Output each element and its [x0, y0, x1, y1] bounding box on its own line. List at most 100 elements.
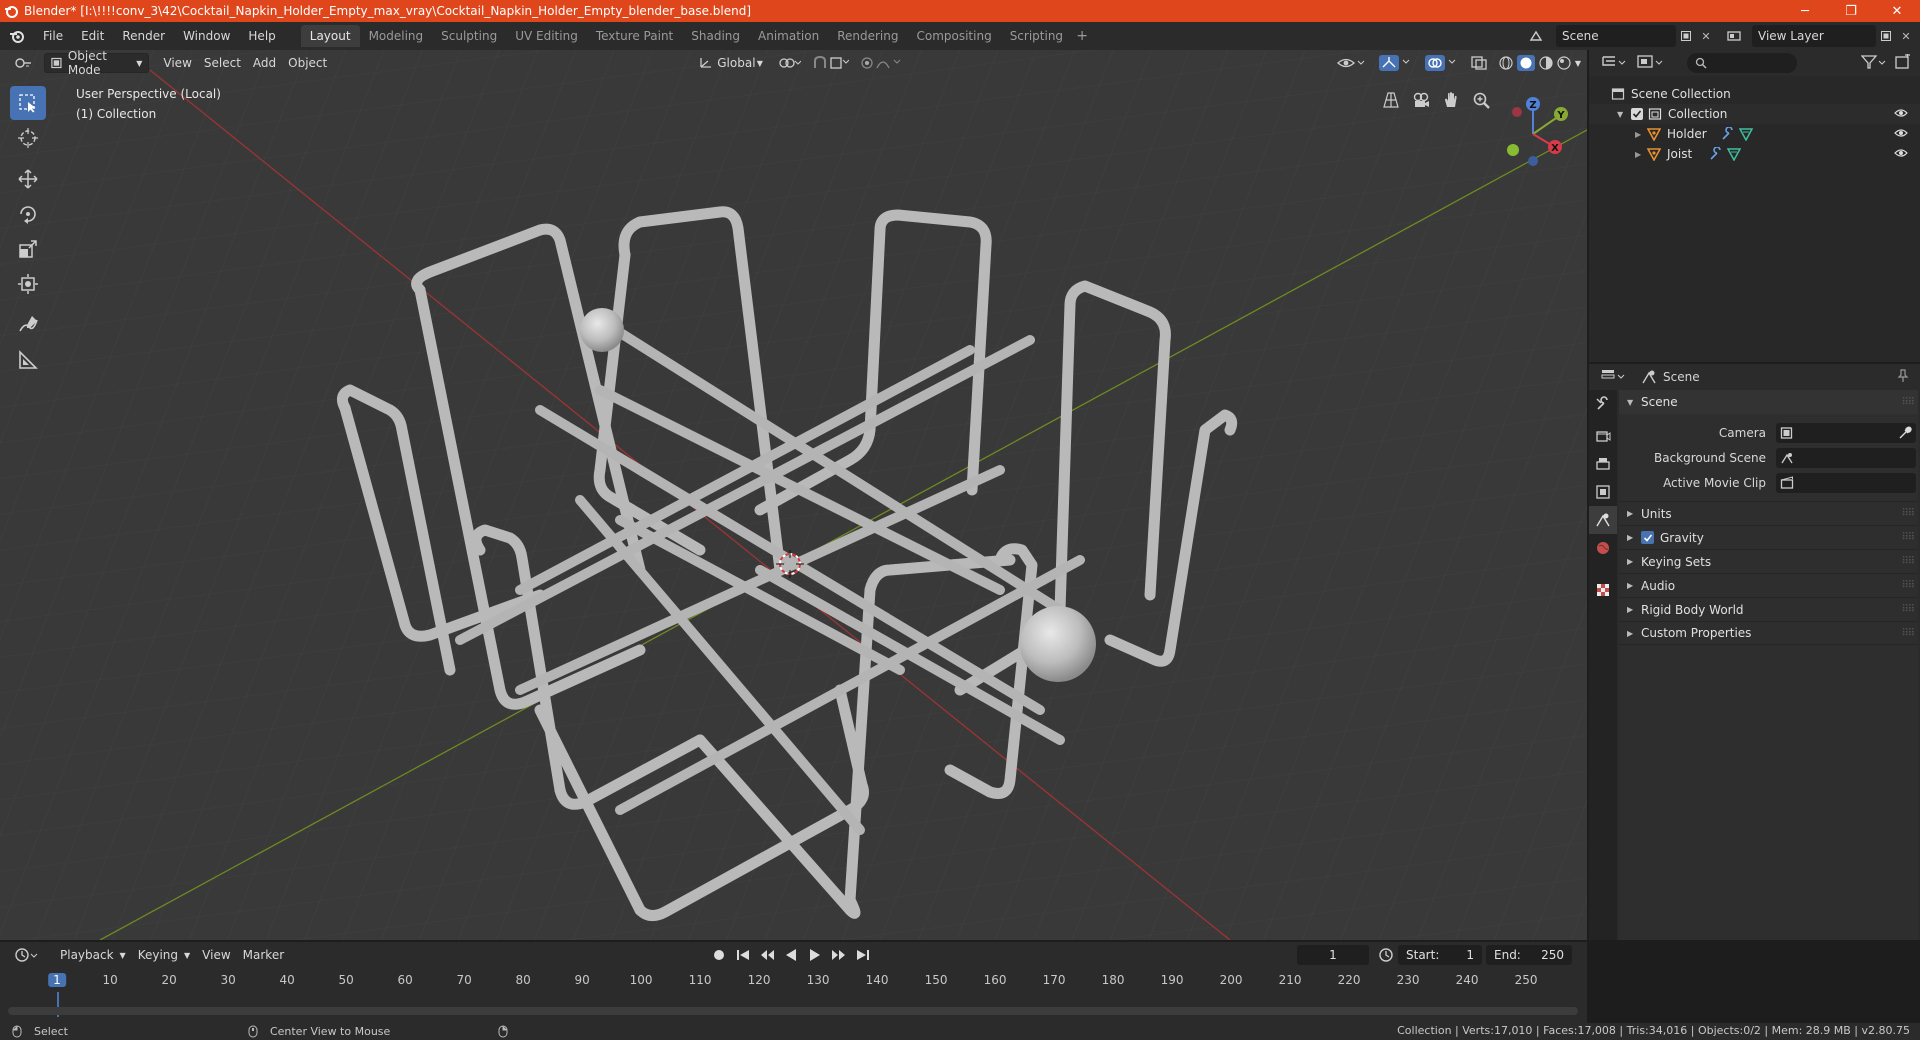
tab-tool-icon[interactable] — [1589, 390, 1617, 418]
tab-compositing[interactable]: Compositing — [907, 25, 1000, 47]
active-movie-clip-field[interactable] — [1776, 472, 1916, 493]
drag-handle-icon[interactable]: ⠿⠿ — [1901, 532, 1915, 543]
camera-field[interactable] — [1776, 422, 1916, 443]
eyedropper-icon[interactable] — [1898, 426, 1912, 440]
delete-scene-icon[interactable]: ✕ — [1696, 25, 1716, 47]
outliner-editor-type-icon[interactable] — [1601, 54, 1627, 73]
visibility-selectability-icon[interactable] — [1331, 53, 1373, 73]
add-workspace-button[interactable]: + — [1072, 25, 1092, 47]
drag-handle-icon[interactable]: ⠿⠿ — [1901, 508, 1915, 519]
tab-animation[interactable]: Animation — [749, 25, 828, 47]
timeline-scrollbar[interactable] — [8, 1007, 1578, 1015]
audio-panel-header[interactable]: ▶ Audio ⠿⠿ — [1619, 573, 1918, 597]
play-icon[interactable] — [806, 946, 824, 964]
new-view-layer-icon[interactable] — [1876, 25, 1896, 47]
menu-help[interactable]: Help — [239, 25, 284, 47]
record-icon[interactable] — [710, 946, 728, 964]
blender-menu-icon[interactable] — [0, 28, 34, 44]
menu-render[interactable]: Render — [113, 25, 174, 47]
menu-object[interactable]: Object — [282, 53, 333, 73]
menu-add[interactable]: Add — [247, 53, 282, 73]
menu-select[interactable]: Select — [198, 53, 247, 73]
background-scene-field[interactable] — [1776, 447, 1916, 468]
mesh-data-icon[interactable] — [1727, 147, 1741, 161]
rendered-shading-icon[interactable] — [1557, 56, 1571, 70]
timeline-ruler[interactable]: 1 10 20 30 40 50 60 70 80 90 100 110 120 130 140 150 160… — [0, 970, 1587, 992]
editor-type-icon[interactable] — [8, 53, 38, 73]
maximize-button[interactable]: ❐ — [1828, 0, 1874, 22]
outliner-item-holder[interactable]: ▶ Holder — [1589, 124, 1920, 144]
tab-uv-editing[interactable]: UV Editing — [506, 25, 587, 47]
annotate-tool[interactable] — [10, 308, 46, 342]
gravity-checkbox[interactable] — [1641, 531, 1654, 544]
outliner-collection[interactable]: ▼ Collection — [1589, 104, 1920, 124]
tab-modeling[interactable]: Modeling — [360, 25, 433, 47]
new-collection-icon[interactable] — [1895, 53, 1911, 73]
new-scene-icon[interactable] — [1676, 25, 1696, 47]
tab-shading[interactable]: Shading — [682, 25, 749, 47]
object-mode-dropdown[interactable]: Object Mode ▼ — [44, 50, 150, 77]
drag-handle-icon[interactable]: ⠿⠿ — [1901, 580, 1915, 591]
menu-keying[interactable]: Keying ▼ — [132, 945, 196, 965]
properties-editor-type-icon[interactable] — [1601, 368, 1627, 387]
auto-keying-clock-icon[interactable] — [1378, 947, 1394, 966]
material-shading-icon[interactable] — [1539, 56, 1553, 70]
pivot-point-icon[interactable] — [773, 53, 807, 73]
scene-browse-icon[interactable] — [1526, 25, 1546, 47]
tab-texture-icon[interactable] — [1589, 576, 1617, 604]
menu-marker[interactable]: Marker — [237, 945, 290, 965]
units-panel-header[interactable]: ▶ Units ⠿⠿ — [1619, 501, 1918, 525]
transform-tool[interactable] — [10, 267, 46, 301]
eye-icon[interactable] — [1894, 127, 1908, 141]
expand-arrow-icon[interactable]: ▼ — [1617, 110, 1631, 119]
tab-texture-paint[interactable]: Texture Paint — [587, 25, 682, 47]
jump-end-icon[interactable] — [854, 946, 872, 964]
modifier-wrench-icon[interactable] — [1709, 147, 1723, 161]
outliner-scene-collection[interactable]: Scene Collection — [1589, 84, 1920, 104]
display-mode-icon[interactable] — [1637, 54, 1665, 73]
current-frame-field[interactable]: 1 — [1297, 945, 1369, 965]
next-keyframe-icon[interactable] — [830, 946, 848, 964]
wireframe-shading-icon[interactable] — [1499, 56, 1513, 70]
jump-start-icon[interactable] — [734, 946, 752, 964]
move-tool[interactable] — [10, 162, 46, 196]
timeline-editor-type-icon[interactable] — [8, 945, 46, 965]
mesh-data-icon[interactable] — [1739, 127, 1753, 141]
minimize-button[interactable]: ─ — [1782, 0, 1828, 22]
custom-properties-panel-header[interactable]: ▶ Custom Properties ⠿⠿ — [1619, 621, 1918, 645]
overlays-toggle-icon[interactable] — [1419, 53, 1465, 73]
drag-handle-icon[interactable]: ⠿⠿ — [1901, 556, 1915, 567]
drag-handle-icon[interactable]: ⠿⠿ — [1901, 628, 1915, 639]
gizmo-toggle-icon[interactable] — [1373, 53, 1419, 73]
tab-layout[interactable]: Layout — [300, 25, 360, 47]
view-layer-browse-icon[interactable] — [1724, 25, 1744, 47]
proportional-editing-icon[interactable] — [855, 53, 911, 73]
collection-checkbox[interactable] — [1631, 108, 1643, 120]
select-box-tool[interactable] — [10, 86, 46, 120]
expand-arrow-icon[interactable]: ▶ — [1635, 150, 1647, 159]
filter-icon[interactable] — [1860, 54, 1889, 73]
outliner-item-joist[interactable]: ▶ Joist — [1589, 144, 1920, 164]
tab-sculpting[interactable]: Sculpting — [432, 25, 506, 47]
start-frame-field[interactable]: Start: 1 — [1398, 945, 1482, 965]
measure-tool[interactable] — [10, 343, 46, 377]
3d-viewport[interactable]: Object Mode ▼ View Select Add Object Glo… — [0, 50, 1587, 940]
menu-window[interactable]: Window — [174, 25, 239, 47]
play-reverse-icon[interactable] — [782, 946, 800, 964]
pan-view-icon[interactable] — [1439, 88, 1463, 112]
keying-sets-panel-header[interactable]: ▶ Keying Sets ⠿⠿ — [1619, 549, 1918, 573]
scene-selector[interactable]: Scene — [1556, 25, 1676, 47]
drag-handle-icon[interactable]: ⠿⠿ — [1901, 604, 1915, 615]
tab-rendering[interactable]: Rendering — [828, 25, 907, 47]
prev-keyframe-icon[interactable] — [758, 946, 776, 964]
menu-view[interactable]: View — [157, 53, 197, 73]
expand-arrow-icon[interactable]: ▶ — [1635, 130, 1647, 139]
eye-icon[interactable] — [1894, 147, 1908, 161]
shading-modes[interactable]: ▼ — [1493, 53, 1587, 73]
cursor-tool[interactable] — [10, 121, 46, 155]
close-button[interactable]: ✕ — [1874, 0, 1920, 22]
tab-scripting[interactable]: Scripting — [1001, 25, 1072, 47]
tab-scene-icon[interactable] — [1589, 506, 1617, 534]
scale-tool[interactable] — [10, 232, 46, 266]
tab-world-icon[interactable] — [1589, 534, 1617, 562]
